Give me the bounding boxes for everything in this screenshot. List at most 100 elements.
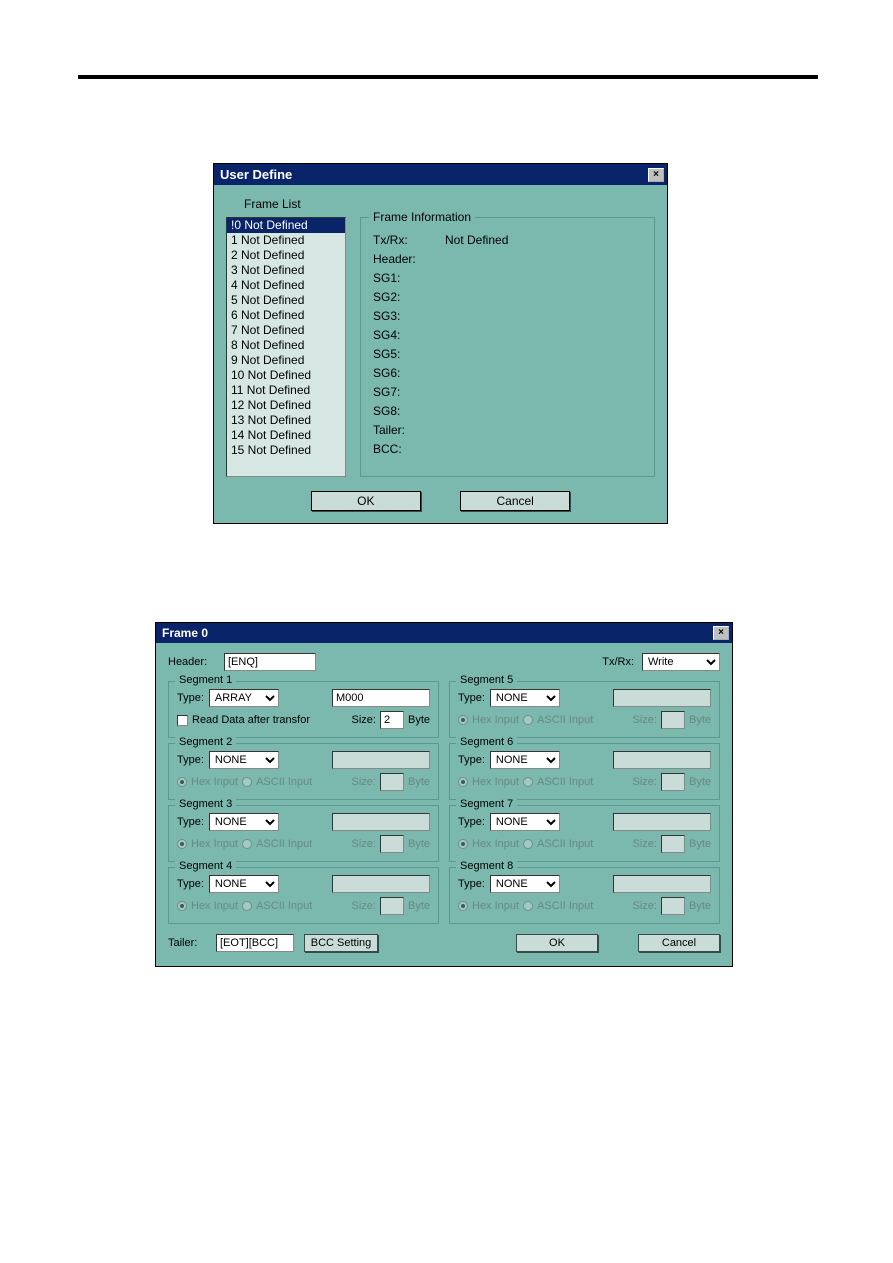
hex-input-radio <box>458 777 468 787</box>
type-select[interactable]: NONE <box>490 875 560 893</box>
txrx-value: Not Defined <box>445 233 508 247</box>
list-item[interactable]: 1 Not Defined <box>227 233 345 248</box>
list-item[interactable]: 14 Not Defined <box>227 428 345 443</box>
type-label: Type: <box>458 692 485 704</box>
type-label: Type: <box>177 754 204 766</box>
type-label: Type: <box>458 754 485 766</box>
segment-title: Segment 8 <box>456 860 517 872</box>
close-icon[interactable]: × <box>648 168 664 182</box>
tailer-label: Tailer: <box>373 423 431 437</box>
titlebar: Frame 0 × <box>156 623 732 643</box>
header-label: Header: <box>373 252 431 266</box>
size-input <box>661 835 685 853</box>
read-data-checkbox[interactable] <box>177 715 188 726</box>
ok-button[interactable]: OK <box>516 934 598 952</box>
segment-title: Segment 1 <box>175 674 236 686</box>
segment-title: Segment 2 <box>175 736 236 748</box>
list-item[interactable]: !0 Not Defined <box>227 218 345 233</box>
sg-label: SG1: <box>373 271 431 285</box>
byte-label: Byte <box>408 714 430 726</box>
hex-input-radio <box>458 901 468 911</box>
cancel-button[interactable]: Cancel <box>460 491 570 511</box>
list-item[interactable]: 4 Not Defined <box>227 278 345 293</box>
segment-field-input[interactable] <box>332 689 430 707</box>
size-label: Size: <box>633 776 657 788</box>
segment-field-input <box>613 751 711 769</box>
type-select[interactable]: NONE <box>490 689 560 707</box>
list-item[interactable]: 13 Not Defined <box>227 413 345 428</box>
txrx-label: Tx/Rx: <box>602 656 634 668</box>
hex-input-label: Hex Input <box>191 776 238 788</box>
list-item[interactable]: 5 Not Defined <box>227 293 345 308</box>
segment-title: Segment 5 <box>456 674 517 686</box>
ascii-input-radio <box>523 901 533 911</box>
segment-2: Segment 2 Type: NONE Hex Input ASCII Inp… <box>168 743 439 800</box>
list-item[interactable]: 2 Not Defined <box>227 248 345 263</box>
hex-input-label: Hex Input <box>472 776 519 788</box>
segment-6: Segment 6 Type: NONE Hex Input ASCII Inp… <box>449 743 720 800</box>
byte-label: Byte <box>408 776 430 788</box>
hex-input-radio <box>177 901 187 911</box>
size-input <box>661 773 685 791</box>
type-select[interactable]: ARRAY <box>209 689 279 707</box>
ascii-input-label: ASCII Input <box>537 714 628 726</box>
type-select[interactable]: NONE <box>209 813 279 831</box>
cancel-button[interactable]: Cancel <box>638 934 720 952</box>
hex-input-radio <box>177 839 187 849</box>
size-input <box>380 773 404 791</box>
list-item[interactable]: 12 Not Defined <box>227 398 345 413</box>
close-icon[interactable]: × <box>713 626 729 640</box>
list-item[interactable]: 10 Not Defined <box>227 368 345 383</box>
bcc-setting-button[interactable]: BCC Setting <box>304 934 378 952</box>
header-label: Header: <box>168 656 216 668</box>
list-item[interactable]: 6 Not Defined <box>227 308 345 323</box>
sg-label: SG7: <box>373 385 431 399</box>
list-item[interactable]: 9 Not Defined <box>227 353 345 368</box>
size-input <box>380 897 404 915</box>
size-input <box>661 711 685 729</box>
frame-info-legend: Frame Information <box>369 210 475 224</box>
tailer-input[interactable] <box>216 934 294 952</box>
segment-field-input <box>332 813 430 831</box>
sg-label: SG4: <box>373 328 431 342</box>
type-select[interactable]: NONE <box>490 813 560 831</box>
header-input[interactable] <box>224 653 316 671</box>
segment-8: Segment 8 Type: NONE Hex Input ASCII Inp… <box>449 867 720 924</box>
ok-button[interactable]: OK <box>311 491 421 511</box>
frame-0-dialog: Frame 0 × Header: Tx/Rx: Write Segment 1… <box>155 622 733 967</box>
sg-label: SG3: <box>373 309 431 323</box>
frame-list[interactable]: !0 Not Defined1 Not Defined2 Not Defined… <box>226 217 346 477</box>
ascii-input-radio <box>523 777 533 787</box>
frame-list-label: Frame List <box>244 197 655 211</box>
byte-label: Byte <box>689 776 711 788</box>
ascii-input-label: ASCII Input <box>537 838 628 850</box>
ascii-input-radio <box>523 839 533 849</box>
byte-label: Byte <box>689 838 711 850</box>
list-item[interactable]: 3 Not Defined <box>227 263 345 278</box>
type-label: Type: <box>458 816 485 828</box>
byte-label: Byte <box>689 900 711 912</box>
ascii-input-radio <box>242 839 252 849</box>
list-item[interactable]: 8 Not Defined <box>227 338 345 353</box>
type-select[interactable]: NONE <box>490 751 560 769</box>
txrx-select[interactable]: Write <box>642 653 720 671</box>
segment-title: Segment 6 <box>456 736 517 748</box>
segment-title: Segment 3 <box>175 798 236 810</box>
segment-1: Segment 1 Type: ARRAY Read Data after tr… <box>168 681 439 738</box>
hex-input-label: Hex Input <box>472 714 519 726</box>
type-select[interactable]: NONE <box>209 751 279 769</box>
sg-label: SG8: <box>373 404 431 418</box>
list-item[interactable]: 15 Not Defined <box>227 443 345 458</box>
ascii-input-label: ASCII Input <box>537 776 628 788</box>
type-select[interactable]: NONE <box>209 875 279 893</box>
ascii-input-label: ASCII Input <box>256 776 347 788</box>
list-item[interactable]: 7 Not Defined <box>227 323 345 338</box>
size-input[interactable] <box>380 711 404 729</box>
bcc-label: BCC: <box>373 442 431 456</box>
byte-label: Byte <box>689 714 711 726</box>
segment-title: Segment 4 <box>175 860 236 872</box>
list-item[interactable]: 11 Not Defined <box>227 383 345 398</box>
type-label: Type: <box>177 816 204 828</box>
sg-label: SG6: <box>373 366 431 380</box>
byte-label: Byte <box>408 838 430 850</box>
